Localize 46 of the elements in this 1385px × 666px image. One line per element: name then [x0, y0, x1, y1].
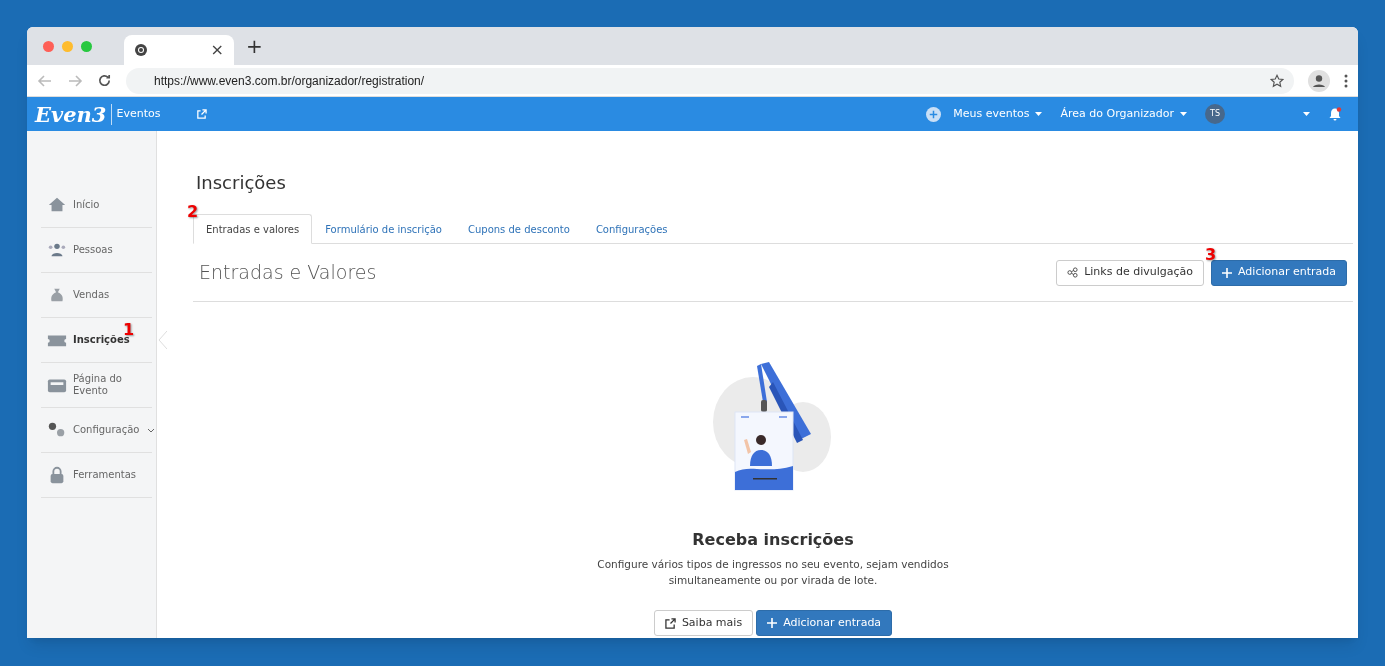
plus-icon: [1222, 267, 1232, 278]
browser-tab[interactable]: ×: [124, 35, 234, 65]
header-menu[interactable]: Meus eventos: [953, 105, 1043, 123]
sidebar-item[interactable]: Início: [41, 183, 152, 228]
caret-icon[interactable]: [1303, 112, 1310, 116]
external-link-icon: [664, 617, 676, 629]
sidebar-item[interactable]: Ferramentas: [41, 453, 152, 498]
add-circle-icon[interactable]: [926, 106, 942, 122]
plus-icon: [767, 618, 778, 628]
sidebar-item[interactable]: Vendas: [41, 273, 152, 318]
empty-state-heading: Receba inscrições: [692, 529, 854, 551]
section-title: Entradas e Valores: [199, 260, 378, 286]
secondary-button[interactable]: Saiba mais: [653, 610, 754, 636]
more-options-icon[interactable]: [1344, 73, 1348, 88]
browser-logo-icon: [134, 43, 148, 57]
close-window-icon[interactable]: [43, 40, 54, 52]
share-icon: [1067, 267, 1079, 278]
forward-icon[interactable]: [67, 72, 83, 89]
tab[interactable]: Formulário de inscrição: [312, 214, 455, 244]
chevron-down-icon[interactable]: [147, 427, 156, 433]
tab[interactable]: Cupons de desconto: [455, 214, 583, 244]
back-icon[interactable]: [37, 72, 53, 89]
primary-button[interactable]: Adicionar entrada: [756, 610, 893, 636]
primary-button[interactable]: Adicionar entrada: [1211, 259, 1347, 286]
sidebar-item[interactable]: Configuração: [41, 408, 152, 453]
tab[interactable]: Configurações: [582, 214, 681, 244]
caret-icon: [1035, 112, 1043, 116]
bell-icon[interactable]: [1328, 107, 1342, 121]
profile-icon[interactable]: [1308, 69, 1330, 92]
sidebar-item[interactable]: Pessoas: [41, 228, 152, 273]
external-link-icon[interactable]: [196, 108, 208, 120]
empty-state-description: Configure vários tipos de ingressos no seu evento, sejam vendidos simultaneamente ou por virada de lote.: [596, 557, 950, 588]
sidebar-item[interactable]: Página do Evento: [41, 363, 152, 408]
logo[interactable]: Even3: [35, 103, 113, 125]
address-bar[interactable]: https://www.even3.com.br/organizador/registration/: [126, 67, 1294, 94]
star-icon[interactable]: [1270, 73, 1284, 88]
header-menu[interactable]: Área do Organizador: [1060, 105, 1187, 123]
user-avatar[interactable]: TS: [1205, 104, 1225, 124]
page-title: Inscrições: [196, 171, 287, 195]
close-tab-button[interactable]: ×: [210, 42, 224, 58]
secondary-button[interactable]: Links de divulgação: [1056, 259, 1204, 286]
section-label: Eventos: [116, 105, 161, 122]
caret-icon: [1180, 112, 1187, 116]
url-text: https://www.even3.com.br/organizador/registration/: [154, 72, 426, 90]
reload-icon[interactable]: [97, 73, 112, 88]
new-tab-button[interactable]: +: [246, 36, 263, 56]
